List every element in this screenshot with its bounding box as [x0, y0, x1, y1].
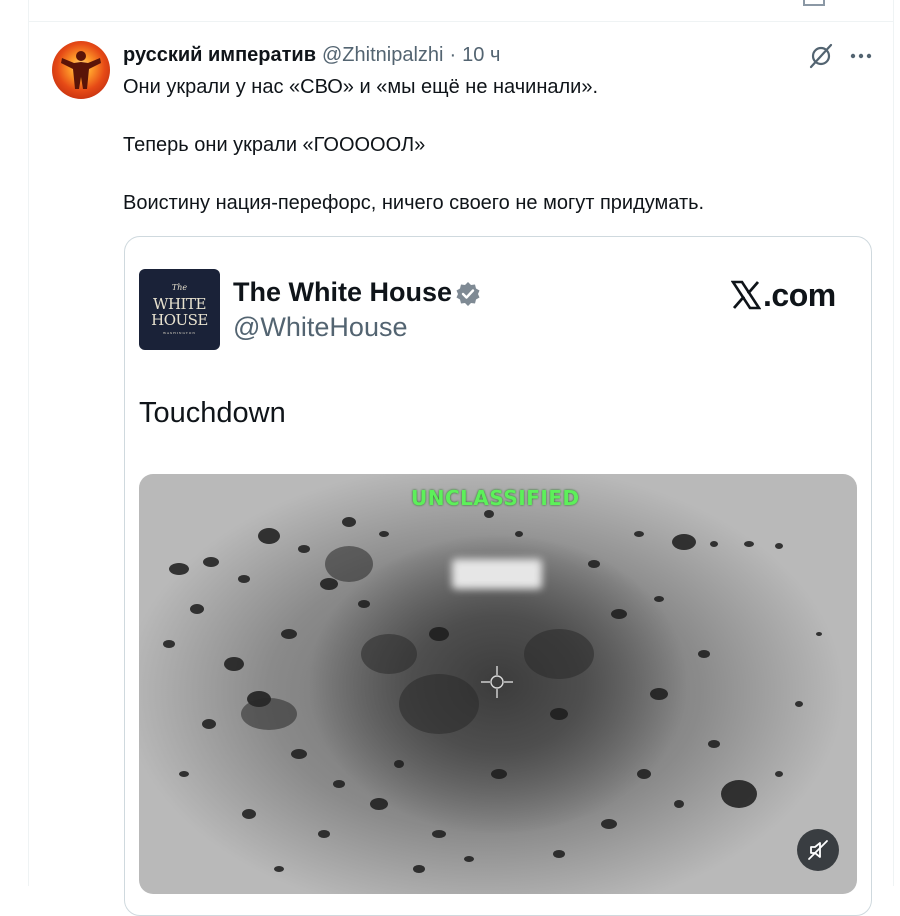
- logo-text: HOUSE: [151, 311, 208, 329]
- tweet-header: русский императив @Zhitnipalzhi · 10 ч: [123, 40, 500, 70]
- quoted-video[interactable]: UNCLASSIFIED: [139, 474, 857, 894]
- avatar[interactable]: [52, 41, 110, 99]
- quoted-tweet-text: Touchdown: [139, 397, 286, 429]
- x-com-link[interactable]: .com: [731, 277, 836, 313]
- share-icon[interactable]: [803, 0, 825, 6]
- redacted-box: [452, 559, 542, 589]
- tweet-text-line: Они украли у нас «СВО» и «мы ещё не начи…: [123, 76, 599, 98]
- logo-text: WASHINGTON: [162, 331, 197, 335]
- x-com-text: .com: [763, 276, 836, 313]
- more-icon[interactable]: [847, 42, 875, 70]
- white-house-logo: The WHITE HOUSE WASHINGTON: [139, 269, 220, 350]
- logo-text: The: [171, 283, 188, 292]
- mute-toggle-button[interactable]: [797, 829, 839, 871]
- unclassified-label: UNCLASSIFIED: [411, 486, 580, 510]
- x-logo-icon: [731, 280, 761, 310]
- previous-tweet-edge: [28, 0, 894, 22]
- muted-speaker-icon: [808, 840, 828, 860]
- author-name[interactable]: русский императив: [123, 44, 316, 67]
- tweet[interactable]: русский императив @Zhitnipalzhi · 10 ч О…: [28, 22, 894, 916]
- timestamp[interactable]: 10 ч: [462, 44, 500, 67]
- quoted-author-handle[interactable]: @WhiteHouse: [233, 312, 407, 343]
- grok-icon[interactable]: [807, 42, 835, 70]
- crosshair-icon: [481, 666, 513, 698]
- tweet-text-line: Воистину нация-перефорс, ничего своего н…: [123, 192, 705, 214]
- tweet-text-line: Теперь они украли «ГОООООЛ»: [123, 134, 426, 156]
- separator: ·: [449, 43, 457, 66]
- verified-badge-icon: [456, 282, 480, 306]
- quoted-author-name[interactable]: The White House: [233, 277, 452, 308]
- quoted-tweet-card[interactable]: The WHITE HOUSE WASHINGTON The White Hou…: [124, 236, 872, 916]
- author-handle[interactable]: @Zhitnipalzhi: [322, 44, 443, 67]
